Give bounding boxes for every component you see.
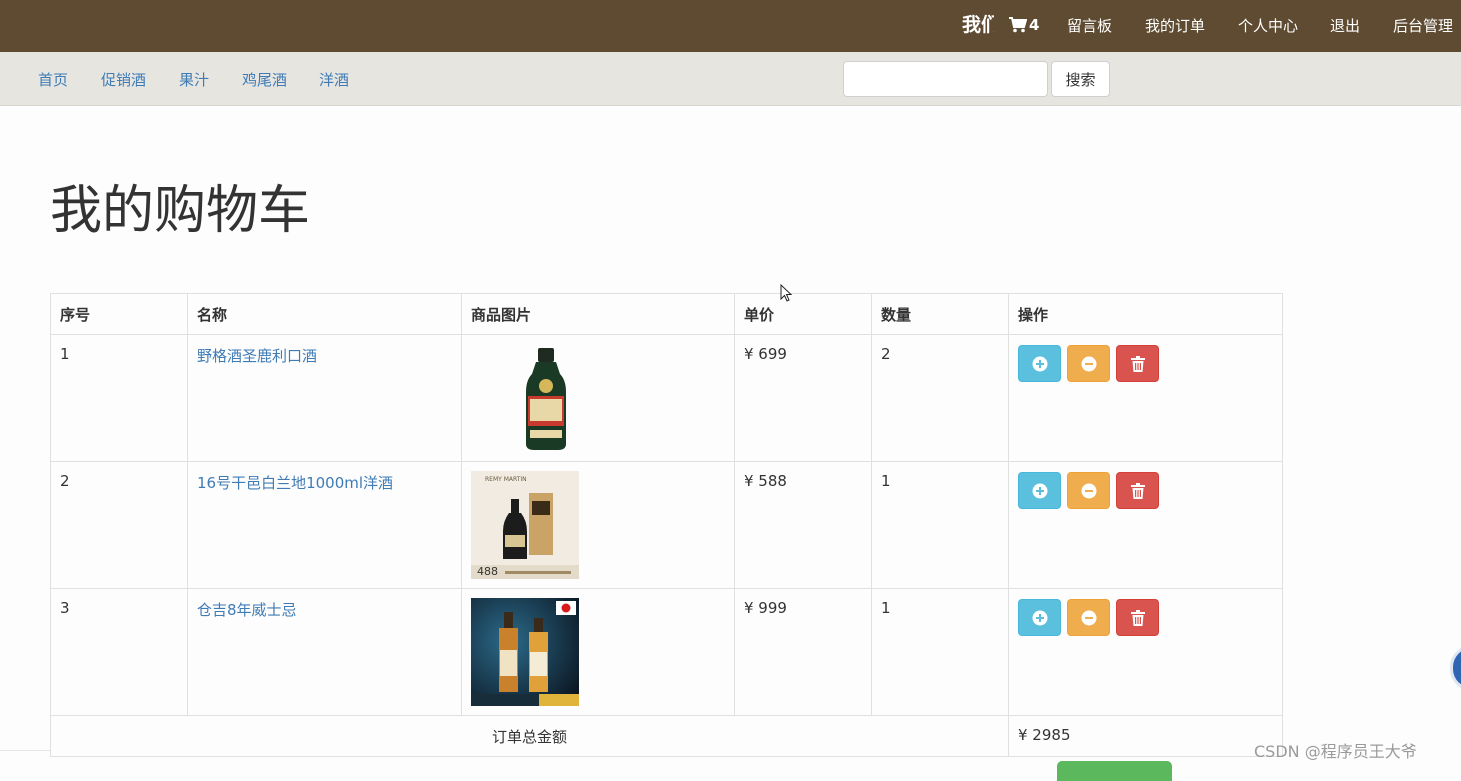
increase-quantity-button[interactable] <box>1018 345 1061 382</box>
category-home[interactable]: 首页 <box>38 69 68 90</box>
row-price: ¥ 999 <box>734 588 872 716</box>
product-image-whisky[interactable] <box>471 598 579 706</box>
row-name-cell: 野格酒圣鹿利口酒 <box>187 334 462 462</box>
delete-item-button[interactable] <box>1116 345 1159 382</box>
row-name-cell: 16号干邑白兰地1000ml洋酒 <box>187 461 462 589</box>
row-price: ¥ 699 <box>734 334 872 462</box>
row-index: 3 <box>50 588 188 716</box>
trash-icon <box>1130 609 1145 626</box>
delete-item-button[interactable] <box>1116 599 1159 636</box>
decrease-quantity-button[interactable] <box>1067 599 1110 636</box>
table-row: 3 仓吉8年威士忌 ¥ 999 1 <box>50 588 1283 716</box>
category-juice[interactable]: 果汁 <box>179 69 209 90</box>
category-cocktail[interactable]: 鸡尾酒 <box>242 69 287 90</box>
site-brand[interactable]: 我们 <box>962 10 994 37</box>
row-price: ¥ 588 <box>734 461 872 589</box>
total-row: 订单总金额 ¥ 2985 <box>50 715 1283 757</box>
table-row: 1 野格酒圣鹿利口酒 ¥ 699 2 <box>50 334 1283 462</box>
row-quantity: 2 <box>871 334 1009 462</box>
product-link[interactable]: 16号干邑白兰地1000ml洋酒 <box>197 474 393 492</box>
plus-circle-icon <box>1032 610 1047 625</box>
plus-circle-icon <box>1032 483 1047 498</box>
page-title: 我的购物车 <box>50 181 311 241</box>
product-image-cognac[interactable]: REMY MARTIN 488 <box>471 471 579 579</box>
decrease-quantity-button[interactable] <box>1067 345 1110 382</box>
category-promo[interactable]: 促销酒 <box>101 69 146 90</box>
row-actions <box>1008 334 1283 462</box>
mouse-cursor-icon <box>780 284 792 302</box>
row-image-cell: REMY MARTIN 488 <box>461 461 735 589</box>
shopping-cart-icon <box>1009 17 1027 33</box>
product-link[interactable]: 仓吉8年威士忌 <box>197 601 297 619</box>
minus-circle-icon <box>1081 483 1096 498</box>
image-price-tag: 488 <box>477 565 498 578</box>
header-index: 序号 <box>50 293 188 335</box>
search-input[interactable] <box>843 61 1048 97</box>
row-image-cell <box>461 588 735 716</box>
image-brand-text: REMY MARTIN <box>485 476 527 483</box>
divider <box>0 750 50 751</box>
minus-circle-icon <box>1081 610 1096 625</box>
row-actions <box>1008 461 1283 589</box>
minus-circle-icon <box>1081 356 1096 371</box>
top-navbar: 我们 4 留言板 我的订单 个人中心 退出 后台管理 <box>0 0 1461 52</box>
category-foreign-liquor[interactable]: 洋酒 <box>319 69 349 90</box>
table-header-row: 序号 名称 商品图片 单价 数量 操作 <box>50 293 1283 335</box>
nav-logout[interactable]: 退出 <box>1330 15 1360 36</box>
product-link[interactable]: 野格酒圣鹿利口酒 <box>197 347 317 365</box>
category-navbar: 首页 促销酒 果汁 鸡尾酒 洋酒 搜索 <box>0 52 1461 106</box>
nav-my-orders[interactable]: 我的订单 <box>1145 15 1205 36</box>
nav-admin[interactable]: 后台管理 <box>1393 15 1453 36</box>
decrease-quantity-button[interactable] <box>1067 472 1110 509</box>
nav-profile[interactable]: 个人中心 <box>1238 15 1298 36</box>
row-actions <box>1008 588 1283 716</box>
trash-icon <box>1130 482 1145 499</box>
cart-count: 4 <box>1029 16 1040 34</box>
row-quantity: 1 <box>871 461 1009 589</box>
watermark: CSDN @程序员王大爷 <box>1254 742 1417 761</box>
row-index: 1 <box>50 334 188 462</box>
increase-quantity-button[interactable] <box>1018 599 1061 636</box>
cart-table: 序号 名称 商品图片 单价 数量 操作 1 野格酒圣鹿利口酒 ¥ 699 2 2… <box>50 293 1283 757</box>
header-name: 名称 <box>187 293 462 335</box>
table-row: 2 16号干邑白兰地1000ml洋酒 REMY MARTIN 488 ¥ 588… <box>50 461 1283 589</box>
header-image: 商品图片 <box>461 293 735 335</box>
search-button[interactable]: 搜索 <box>1051 61 1110 97</box>
header-quantity: 数量 <box>871 293 1009 335</box>
plus-circle-icon <box>1032 356 1047 371</box>
delete-item-button[interactable] <box>1116 472 1159 509</box>
nav-message-board[interactable]: 留言板 <box>1067 15 1112 36</box>
header-price: 单价 <box>734 293 872 335</box>
trash-icon <box>1130 355 1145 372</box>
row-name-cell: 仓吉8年威士忌 <box>187 588 462 716</box>
product-image-jagermeister[interactable] <box>492 344 600 452</box>
cart-link[interactable]: 4 <box>1009 14 1039 36</box>
header-actions: 操作 <box>1008 293 1283 335</box>
increase-quantity-button[interactable] <box>1018 472 1061 509</box>
total-label: 订单总金额 <box>50 715 1009 757</box>
row-index: 2 <box>50 461 188 589</box>
row-quantity: 1 <box>871 588 1009 716</box>
floating-widget[interactable] <box>1450 645 1461 691</box>
checkout-button[interactable] <box>1057 761 1172 781</box>
row-image-cell <box>461 334 735 462</box>
total-amount: ¥ 2985 <box>1008 715 1283 757</box>
